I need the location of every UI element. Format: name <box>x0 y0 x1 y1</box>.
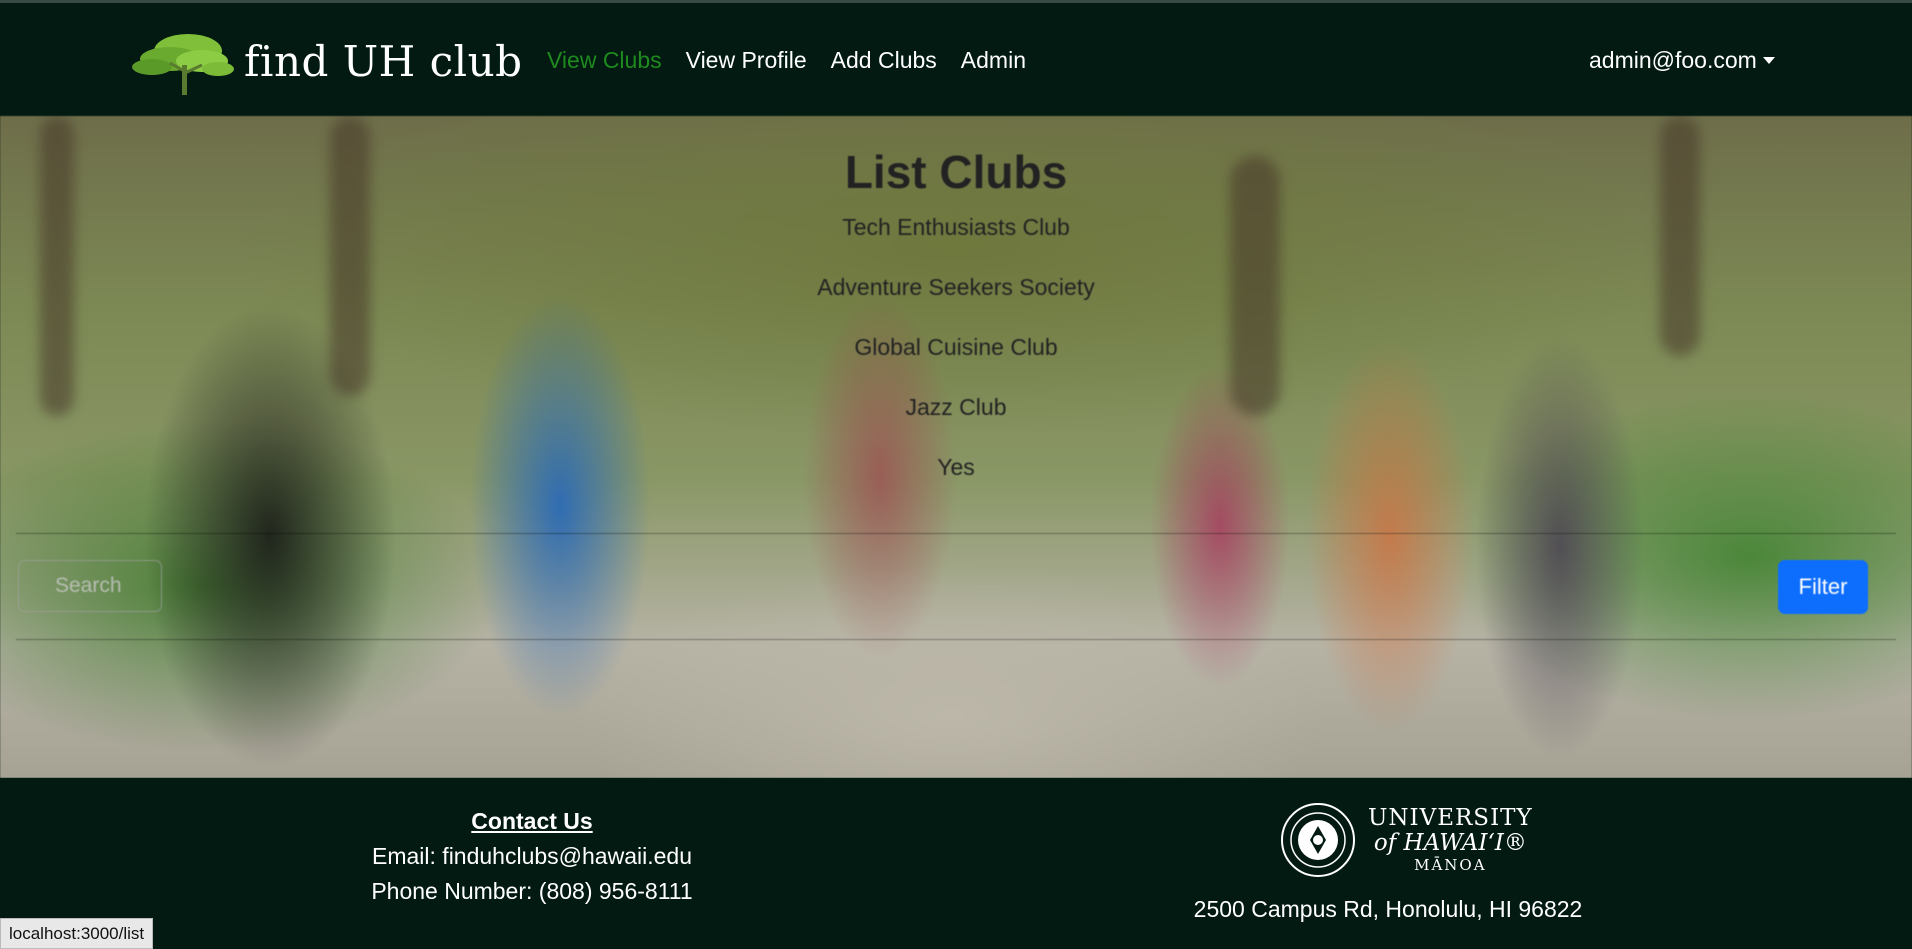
contact-email: Email: finduhclubs@hawaii.edu <box>372 843 692 869</box>
club-list-item[interactable]: Tech Enthusiasts Club <box>0 212 1912 272</box>
user-menu-dropdown[interactable]: admin@foo.com <box>1589 47 1775 74</box>
divider <box>16 533 1896 534</box>
uh-wordmark: UNIVERSITY of HAWAI‘I® MĀNOA <box>1368 806 1533 873</box>
filter-button[interactable]: Filter <box>1778 560 1868 614</box>
nav-link-add-clubs[interactable]: Add Clubs <box>831 47 937 74</box>
uh-wordmark-line3: MĀNOA <box>1414 855 1487 874</box>
contact-title: Contact Us <box>471 808 593 834</box>
search-input[interactable] <box>18 560 162 612</box>
uh-logo: UNIVERSITY of HAWAI‘I® MĀNOA <box>1280 802 1533 878</box>
brand-link[interactable]: find UH club <box>130 25 523 97</box>
nav-link-admin[interactable]: Admin <box>961 47 1026 74</box>
footer-address: 2500 Campus Rd, Honolulu, HI 96822 <box>1193 896 1583 922</box>
caret-down-icon <box>1762 57 1775 64</box>
uh-seal-icon <box>1281 803 1355 877</box>
status-bar-url: localhost:3000/list <box>0 918 154 949</box>
user-menu-label: admin@foo.com <box>1589 47 1757 73</box>
club-list-item[interactable]: Global Cuisine Club <box>0 332 1912 392</box>
tree-logo-icon <box>132 34 234 95</box>
club-list-item[interactable]: Yes <box>0 452 1912 512</box>
club-list: Tech Enthusiasts Club Adventure Seekers … <box>0 212 1912 512</box>
uh-wordmark-line1: UNIVERSITY <box>1368 805 1533 832</box>
uh-wordmark-line2: of HAWAI‘I® <box>1373 829 1527 856</box>
footer: Contact Us Email: finduhclubs@hawaii.edu… <box>0 778 1912 949</box>
nav-link-view-profile[interactable]: View Profile <box>686 47 807 74</box>
divider <box>16 639 1896 640</box>
nav-link-view-clubs[interactable]: View Clubs <box>547 47 662 74</box>
club-list-item[interactable]: Adventure Seekers Society <box>0 272 1912 332</box>
contact-phone: Phone Number: (808) 956-8111 <box>371 878 693 904</box>
page-title: List Clubs <box>844 146 1068 198</box>
hero-section: List Clubs Tech Enthusiasts Club Adventu… <box>0 116 1912 778</box>
club-list-item[interactable]: Jazz Club <box>0 392 1912 452</box>
brand-text: find UH club <box>244 36 523 86</box>
nav-links: View Clubs View Profile Add Clubs Admin <box>547 47 1050 74</box>
navbar: find UH club View Clubs View Profile Add… <box>0 0 1912 116</box>
contact-section: Contact Us Email: finduhclubs@hawaii.edu… <box>290 808 774 913</box>
